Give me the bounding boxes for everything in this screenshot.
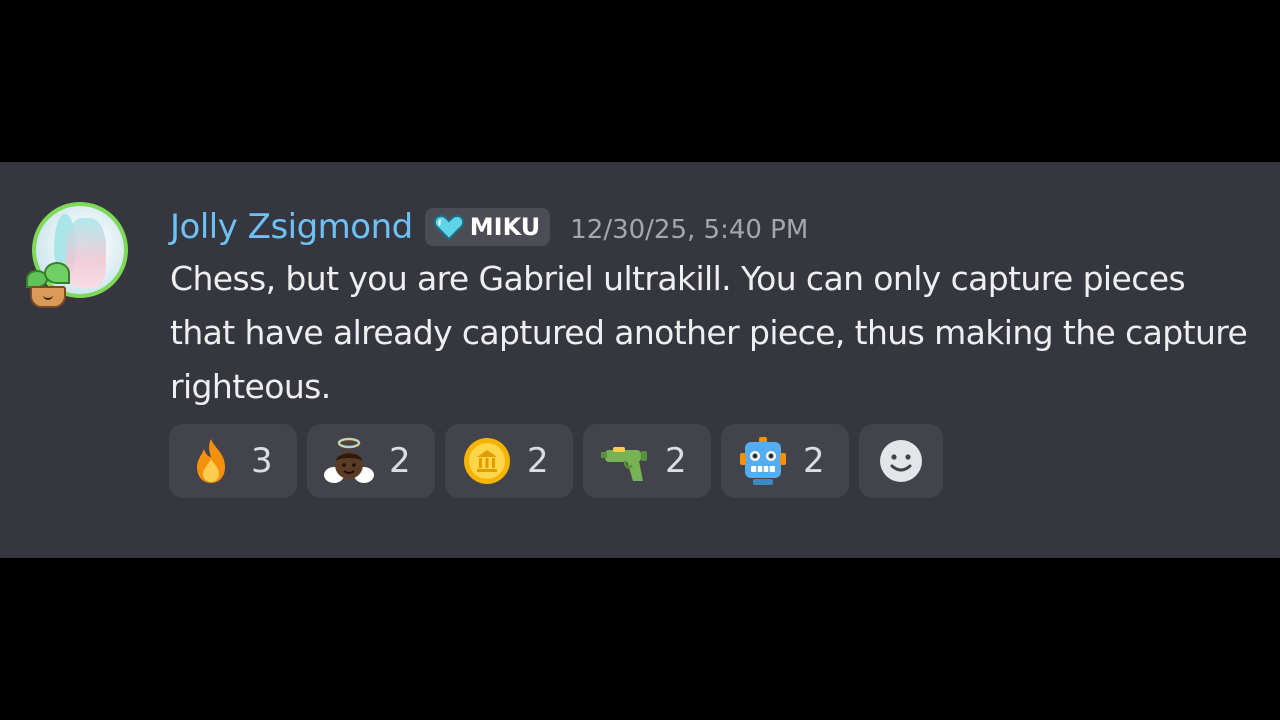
avatar[interactable]: [24, 202, 132, 310]
reaction-water-pistol[interactable]: 2: [583, 424, 711, 498]
username[interactable]: Jolly Zsigmond: [170, 207, 413, 247]
reactions-bar: 3 2 2 2 2: [169, 424, 943, 498]
leaf-right: [44, 262, 70, 284]
heart-icon: [433, 214, 464, 241]
message-header: Jolly Zsigmond MIKU 12/30/25, 5:40 PM: [170, 205, 808, 249]
angel-icon: [324, 437, 374, 483]
server-tag[interactable]: MIKU: [424, 208, 551, 246]
avatar-figure: [66, 218, 106, 288]
avatar-decoration-plant-icon: [24, 260, 70, 308]
timestamp[interactable]: 12/30/25, 5:40 PM: [570, 215, 808, 245]
reaction-count: 2: [527, 441, 549, 481]
pot: [30, 286, 66, 308]
reaction-angel[interactable]: 2: [307, 424, 435, 498]
robot-icon: [740, 437, 786, 485]
reaction-coin[interactable]: 2: [445, 424, 573, 498]
coin-icon: [464, 438, 510, 484]
reaction-count: 2: [665, 441, 687, 481]
add-reaction-button[interactable]: [859, 424, 943, 498]
reaction-count: 2: [389, 441, 411, 481]
reaction-fire[interactable]: 3: [169, 424, 297, 498]
reaction-robot[interactable]: 2: [721, 424, 849, 498]
smiley-icon: [880, 440, 922, 482]
pot-face: [43, 294, 53, 300]
message-content: Chess, but you are Gabriel ultrakill. Yo…: [170, 259, 1248, 406]
water-pistol-icon: [601, 447, 647, 481]
reaction-count: 2: [803, 441, 825, 481]
server-tag-label: MIKU: [469, 213, 541, 241]
reaction-count: 3: [251, 441, 273, 481]
fire-icon: [197, 439, 225, 483]
